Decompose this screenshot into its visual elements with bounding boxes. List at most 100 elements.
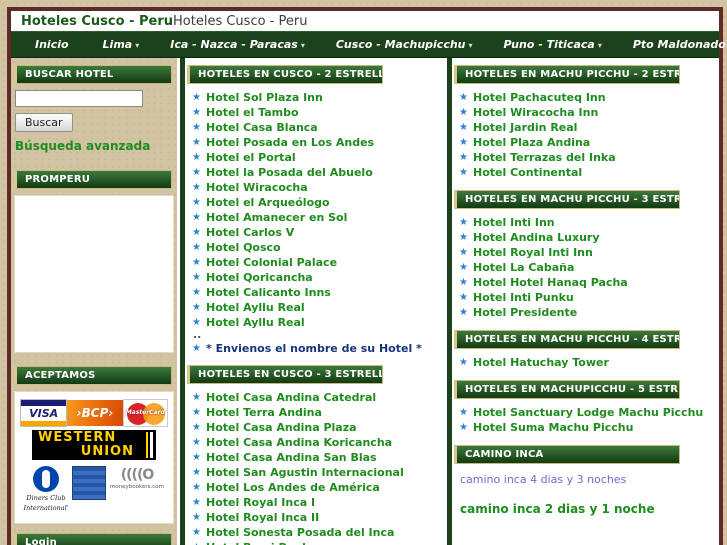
star-icon: ★ — [192, 526, 201, 538]
hotel-link[interactable]: Hotel Ayllu Real — [206, 301, 305, 314]
diners-club-logo: Diners Club International' — [20, 466, 72, 512]
hotel-link[interactable]: Hotel Sanctuary Lodge Machu Picchu — [473, 406, 703, 419]
hotel-link[interactable]: Hotel el Tambo — [206, 106, 299, 119]
hotel-link[interactable]: Hotel Wiracocha — [206, 181, 308, 194]
nav-menu-item[interactable]: Cusco - Machupicchu ▾ — [326, 38, 494, 51]
hotel-row: ★ Hotel Presidente — [454, 305, 719, 320]
hotel-link[interactable]: Hotel Los Andes de América — [206, 481, 380, 494]
hotel-link[interactable]: Hotel Casa Andina Plaza — [206, 421, 357, 434]
star-icon: ★ — [192, 211, 201, 223]
hotel-row: ★ Hotel Carlos V — [187, 225, 446, 240]
hotel-link[interactable]: Hotel la Posada del Abuelo — [206, 166, 373, 179]
search-input[interactable] — [15, 90, 143, 107]
hotel-link[interactable]: Hotel el Portal — [206, 151, 296, 164]
hotel-link[interactable]: Hotel Terrazas del Inka — [473, 151, 616, 164]
hotel-link[interactable]: Hotel Casa Blanca — [206, 121, 318, 134]
nav-menu-item[interactable]: Puno - Titicaca ▾ — [494, 38, 623, 51]
hotel-link[interactable]: Hotel Casa Andina Koricancha — [206, 436, 392, 449]
star-icon: ★ — [192, 271, 201, 283]
star-icon: ★ — [192, 436, 201, 448]
hotel-link[interactable]: Hotel Calicanto Inns — [206, 286, 331, 299]
hotel-link[interactable]: Hotel Posada en Los Andes — [206, 136, 374, 149]
hotel-link[interactable]: Hotel Royal Inca II — [206, 511, 319, 524]
hotel-link[interactable]: Hotel Continental — [473, 166, 582, 179]
hotel-link[interactable]: Hotel Inti Punku — [473, 291, 574, 304]
hotel-link[interactable]: Hotel Inti Inn — [473, 216, 555, 229]
hotel-link[interactable]: Hotel Casa Andina Catedral — [206, 391, 376, 404]
camino-inca-4d3n-link[interactable]: camino inca 4 dias y 3 noches — [454, 470, 719, 486]
camino-inca-2d1n-link[interactable]: camino inca 2 dias y 1 noche — [454, 486, 719, 516]
hotel-link[interactable]: Hotel Hatuchay Tower — [473, 356, 609, 369]
send-hotel-name-link[interactable]: * Envienos el nombre de su Hotel * — [206, 342, 422, 355]
hotel-link[interactable]: Hotel Royal Inca I — [206, 496, 315, 509]
visa-label: VISA — [21, 405, 67, 421]
hotel-link[interactable]: Hotel Amanecer en Sol — [206, 211, 347, 224]
hotel-link[interactable]: Hotel Jardin Real — [473, 121, 577, 134]
camino-inca-header: CAMINO INCA — [454, 445, 680, 464]
moneybookers-arcs: ((((O — [120, 467, 155, 483]
star-icon: ★ — [192, 151, 201, 163]
nav-item-label: Ica - Nazca - Paracas — [170, 38, 298, 51]
hotel-link[interactable]: Hotel Wiracocha Inn — [473, 106, 598, 119]
hotel-link[interactable]: Hotel Colonial Palace — [206, 256, 337, 269]
hotel-row: ★ Hotel Colonial Palace — [187, 255, 446, 270]
nav-item-label: Inicio — [35, 38, 69, 51]
nav-menu-item[interactable]: Inicio — [25, 38, 93, 51]
advanced-search-link[interactable]: Búsqueda avanzada — [15, 139, 150, 153]
star-icon: ★ — [192, 481, 201, 493]
diners-club-circle — [33, 466, 59, 492]
amex-logo — [72, 466, 106, 500]
hotel-link[interactable]: Hotel Pachacuteq Inn — [473, 91, 606, 104]
hotel-link[interactable]: Hotel Carlos V — [206, 226, 294, 239]
hotel-row: ★ Hotel Terrazas del Inka — [454, 150, 719, 165]
hotel-link[interactable]: Hotel Andina Luxury — [473, 231, 600, 244]
star-icon: ★ — [459, 231, 468, 243]
nav-menu-item[interactable]: Ica - Nazca - Paracas ▾ — [160, 38, 326, 51]
hotel-link[interactable]: Hotel el Arqueólogo — [206, 196, 330, 209]
hotel-row: ★ Hotel Royal Inti Inn — [454, 245, 719, 260]
hotel-link[interactable]: Hotel Qoricancha — [206, 271, 313, 284]
dots-separator: .. — [193, 328, 202, 341]
machupicchu-4-stars-header: HOTELES EN MACHU PICCHU - 4 ESTRELLAS — [454, 330, 680, 349]
hotel-link[interactable]: Hotel Plaza Andina — [473, 136, 590, 149]
hotel-row: ★ Hotel Qoricancha — [187, 270, 446, 285]
machupicchu-hotels-column: HOTELES EN MACHU PICCHU - 2 ESTRELLAS ★ H… — [447, 58, 719, 545]
western-union-line2: UNION — [80, 444, 134, 459]
nav-menu-item[interactable]: Pto Maldonado▾ — [623, 38, 727, 51]
star-icon: ★ — [459, 356, 468, 368]
chevron-down-icon: ▾ — [468, 41, 473, 50]
star-icon: ★ — [192, 406, 201, 418]
chevron-down-icon: ▾ — [597, 41, 602, 50]
mastercard-label: MasterCard — [125, 409, 165, 416]
hotel-link[interactable]: Hotel Qosco — [206, 241, 281, 254]
hotel-link[interactable]: Hotel La Cabaña — [473, 261, 574, 274]
search-button[interactable]: Buscar — [15, 113, 73, 132]
star-icon: ★ — [459, 291, 468, 303]
hotel-row: ★ Hotel Ayllu Real — [187, 300, 446, 315]
hotel-row: ★ Hotel Casa Andina San Blas — [187, 450, 446, 465]
hotel-link[interactable]: Hotel Sol Plaza Inn — [206, 91, 323, 104]
hotel-row: ★ Hotel Inti Inn — [454, 215, 719, 230]
hotel-row: ★ Hotel La Cabaña — [454, 260, 719, 275]
hotel-link[interactable]: Hotel Royal Inti Inn — [473, 246, 593, 259]
hotel-link[interactable]: Hotel Casa Andina San Blas — [206, 451, 377, 464]
hotel-row: ★ Hotel Ayllu Real — [187, 315, 446, 330]
hotel-link[interactable]: Hotel Terra Andina — [206, 406, 322, 419]
hotel-link[interactable]: Hotel San Agustin Internacional — [206, 466, 404, 479]
hotel-link[interactable]: Hotel Ayllu Real — [206, 316, 305, 329]
star-icon: ★ — [192, 121, 201, 133]
star-icon: ★ — [459, 106, 468, 118]
hotel-link[interactable]: Hotel Suma Machu Picchu — [473, 421, 633, 434]
nav-menu-item[interactable]: Lima ▾ — [93, 38, 161, 51]
star-icon: ★ — [459, 91, 468, 103]
hotel-link[interactable]: Hotel Rumi Punku — [206, 541, 317, 545]
hotel-row: ★ Hotel el Tambo — [187, 105, 446, 120]
hotel-link[interactable]: Hotel Presidente — [473, 306, 577, 319]
main-nav: Inicio Lima ▾ Ica - Nazca - Paracas ▾ Cusc… — [11, 31, 726, 58]
hotel-row: ★ Hotel Wiracocha — [187, 180, 446, 195]
hotel-link[interactable]: Hotel Sonesta Posada del Inca — [206, 526, 394, 539]
hotel-row: ★ Hotel Los Andes de América — [187, 480, 446, 495]
mastercard-logo: MasterCard — [122, 399, 168, 427]
diners-club-line1: Diners Club — [26, 494, 66, 502]
hotel-link[interactable]: Hotel Hotel Hanaq Pacha — [473, 276, 628, 289]
